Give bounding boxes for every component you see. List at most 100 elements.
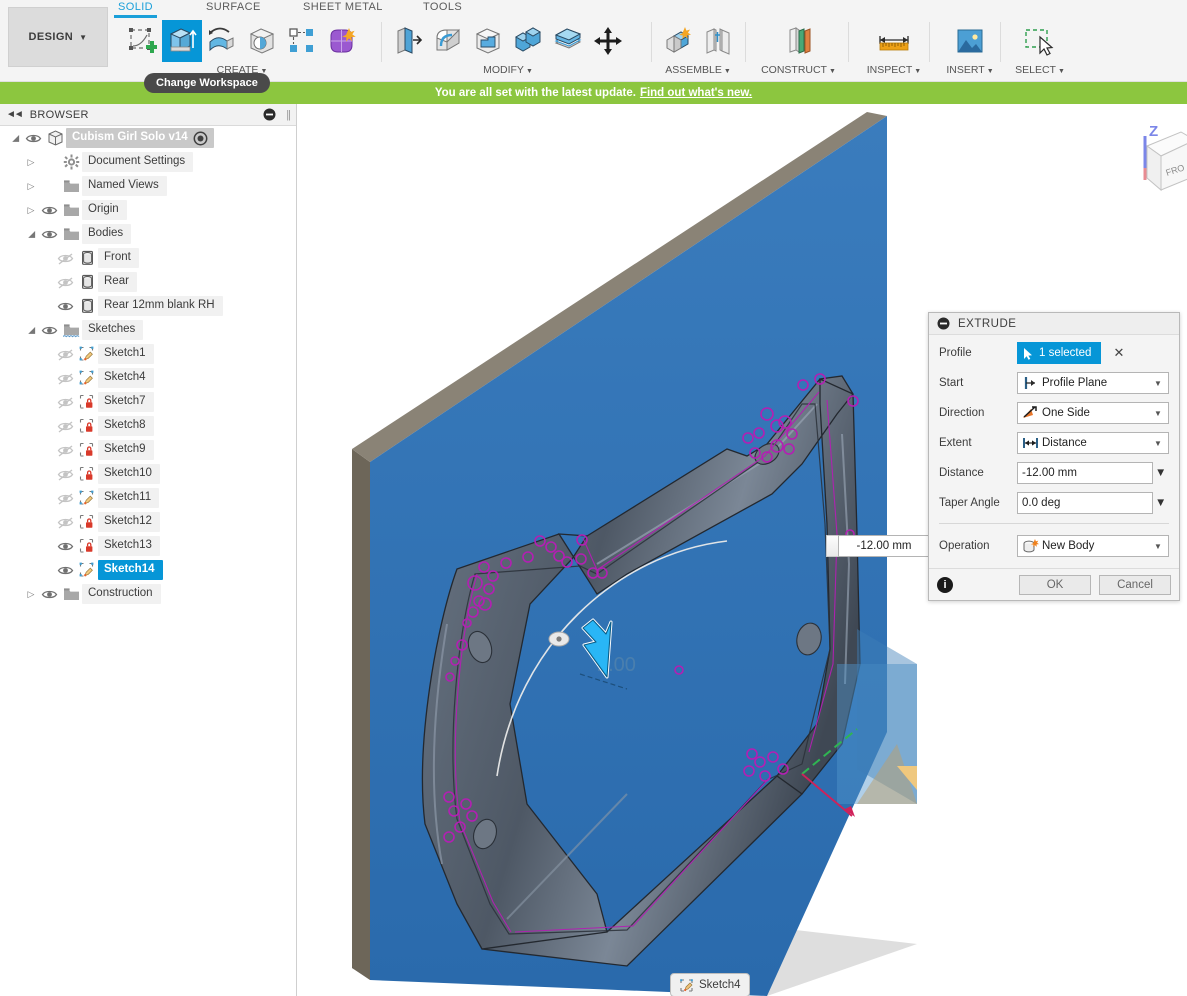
browser-item-construction[interactable]: Construction (0, 582, 296, 606)
design-workspace-button[interactable]: DESIGN ▼ (8, 7, 108, 67)
clear-selection-icon[interactable]: ✕ (1113, 345, 1124, 361)
tab-tools[interactable]: TOOLS (423, 1, 462, 13)
collapse-dialog-icon[interactable] (937, 317, 950, 330)
browser-item-origin[interactable]: Origin (0, 198, 296, 222)
joint-button[interactable] (698, 20, 738, 62)
panel-insert-label[interactable]: INSERT ▼ (936, 64, 1004, 76)
tree-expand-arrow[interactable] (24, 157, 38, 168)
tree-expand-arrow[interactable] (24, 229, 38, 240)
chevron-down-icon[interactable]: ▼ (1150, 542, 1166, 551)
chevron-down-icon[interactable]: ▼ (1150, 409, 1166, 418)
browser-item-sketch7[interactable]: Sketch7 (0, 390, 296, 414)
browser-item-sketch11[interactable]: Sketch11 (0, 486, 296, 510)
extent-dropdown[interactable]: Distance ▼ (1017, 432, 1169, 454)
distance-input[interactable]: -12.00 mm (1017, 462, 1153, 484)
taper-expand-icon[interactable]: ▼ (1155, 497, 1169, 509)
revolve-button[interactable] (202, 20, 242, 62)
browser-item-cubism-girl-solo-v14[interactable]: Cubism Girl Solo v14 (0, 126, 296, 150)
extrude-dialog-header[interactable]: EXTRUDE (929, 313, 1179, 335)
panel-resize-grip[interactable]: || (286, 109, 291, 121)
visibility-toggle-icon[interactable] (54, 251, 76, 266)
visibility-toggle-icon[interactable] (54, 443, 76, 458)
visibility-toggle-icon[interactable] (54, 371, 76, 386)
browser-item-sketches[interactable]: Sketches (0, 318, 296, 342)
visibility-toggle-icon[interactable] (54, 467, 76, 482)
cancel-button[interactable]: Cancel (1099, 574, 1171, 595)
browser-item-sketch10[interactable]: Sketch10 (0, 462, 296, 486)
info-icon[interactable]: i (937, 576, 953, 593)
move-copy-button[interactable] (588, 20, 628, 62)
offset-plane-button[interactable] (779, 20, 819, 62)
tree-expand-arrow[interactable] (24, 589, 38, 600)
browser-item-bodies[interactable]: Bodies (0, 222, 296, 246)
visibility-toggle-icon[interactable] (54, 539, 76, 554)
measure-button[interactable] (874, 20, 914, 62)
visibility-toggle-icon[interactable] (54, 491, 76, 506)
press-pull-button[interactable] (388, 20, 428, 62)
sweep-button[interactable] (242, 20, 282, 62)
combine-button[interactable] (508, 20, 548, 62)
tab-sheet-metal[interactable]: SHEET METAL (303, 1, 383, 13)
panel-inspect-label[interactable]: INSPECT ▼ (855, 64, 933, 76)
browser-item-named-views[interactable]: Named Views (0, 174, 296, 198)
profile-select-button[interactable]: 1 selected (1017, 342, 1102, 364)
distance-expand-icon[interactable]: ▼ (1155, 467, 1169, 479)
timeline-item[interactable]: Sketch4 (670, 973, 750, 996)
fillet-button[interactable] (428, 20, 468, 62)
tree-expand-arrow[interactable] (24, 325, 38, 336)
whats-new-link[interactable]: Find out what's new. (640, 87, 752, 99)
browser-item-sketch4[interactable]: Sketch4 (0, 366, 296, 390)
visibility-toggle-icon[interactable] (54, 563, 76, 578)
tree-expand-arrow[interactable] (8, 133, 22, 144)
visibility-toggle-icon[interactable] (22, 131, 44, 146)
create-sketch-button[interactable] (122, 20, 162, 62)
visibility-toggle-icon[interactable] (38, 323, 60, 338)
visibility-toggle-icon[interactable] (54, 515, 76, 530)
rectangular-pattern-button[interactable] (282, 20, 322, 62)
operation-dropdown[interactable]: New Body ▼ (1017, 535, 1169, 557)
browser-item-rear-12mm-blank-rh[interactable]: Rear 12mm blank RH (0, 294, 296, 318)
ok-button[interactable]: OK (1019, 574, 1091, 595)
visibility-toggle-icon[interactable] (54, 299, 76, 314)
shell-button[interactable] (468, 20, 508, 62)
visibility-toggle-icon[interactable] (38, 203, 60, 218)
browser-item-sketch8[interactable]: Sketch8 (0, 414, 296, 438)
visibility-toggle-icon[interactable] (54, 347, 76, 362)
new-component-button[interactable] (658, 20, 698, 62)
select-button[interactable] (1020, 20, 1060, 62)
insert-canvas-button[interactable] (950, 20, 990, 62)
taper-angle-input[interactable]: 0.0 deg (1017, 492, 1153, 514)
extrude-button[interactable] (162, 20, 202, 62)
direction-dropdown[interactable]: One Side ▼ (1017, 402, 1169, 424)
panel-select-label[interactable]: SELECT ▼ (1007, 64, 1073, 76)
tab-solid[interactable]: SOLID (113, 1, 158, 18)
browser-item-rear[interactable]: Rear (0, 270, 296, 294)
visibility-toggle-icon[interactable] (54, 275, 76, 290)
panel-construct-label[interactable]: CONSTRUCT ▼ (752, 64, 845, 76)
start-dropdown[interactable]: Profile Plane ▼ (1017, 372, 1169, 394)
browser-item-document-settings[interactable]: Document Settings (0, 150, 296, 174)
collapse-panel-icon[interactable]: ◄◄ (6, 109, 24, 120)
split-face-button[interactable] (548, 20, 588, 62)
browser-item-sketch14[interactable]: Sketch14 (0, 558, 296, 582)
browser-options-icon[interactable] (263, 108, 276, 126)
chevron-down-icon[interactable]: ▼ (1150, 439, 1166, 448)
browser-item-sketch13[interactable]: Sketch13 (0, 534, 296, 558)
browser-item-sketch12[interactable]: Sketch12 (0, 510, 296, 534)
browser-item-front[interactable]: Front (0, 246, 296, 270)
dimension-input-grip[interactable] (826, 535, 838, 557)
activate-component-radio[interactable] (190, 131, 212, 146)
visibility-toggle-icon[interactable] (54, 419, 76, 434)
view-cube[interactable]: Z FRO (1125, 118, 1187, 208)
browser-item-sketch1[interactable]: Sketch1 (0, 342, 296, 366)
tab-surface[interactable]: SURFACE (206, 1, 261, 13)
chevron-down-icon[interactable]: ▼ (1150, 379, 1166, 388)
tree-expand-arrow[interactable] (24, 181, 38, 192)
panel-modify-label[interactable]: MODIFY ▼ (388, 64, 628, 76)
panel-assemble-label[interactable]: ASSEMBLE ▼ (658, 64, 738, 76)
visibility-toggle-icon[interactable] (38, 587, 60, 602)
visibility-toggle-icon[interactable] (54, 395, 76, 410)
visibility-toggle-icon[interactable] (38, 227, 60, 242)
browser-item-sketch9[interactable]: Sketch9 (0, 438, 296, 462)
dimension-input-field[interactable]: -12.00 mm (838, 535, 930, 557)
